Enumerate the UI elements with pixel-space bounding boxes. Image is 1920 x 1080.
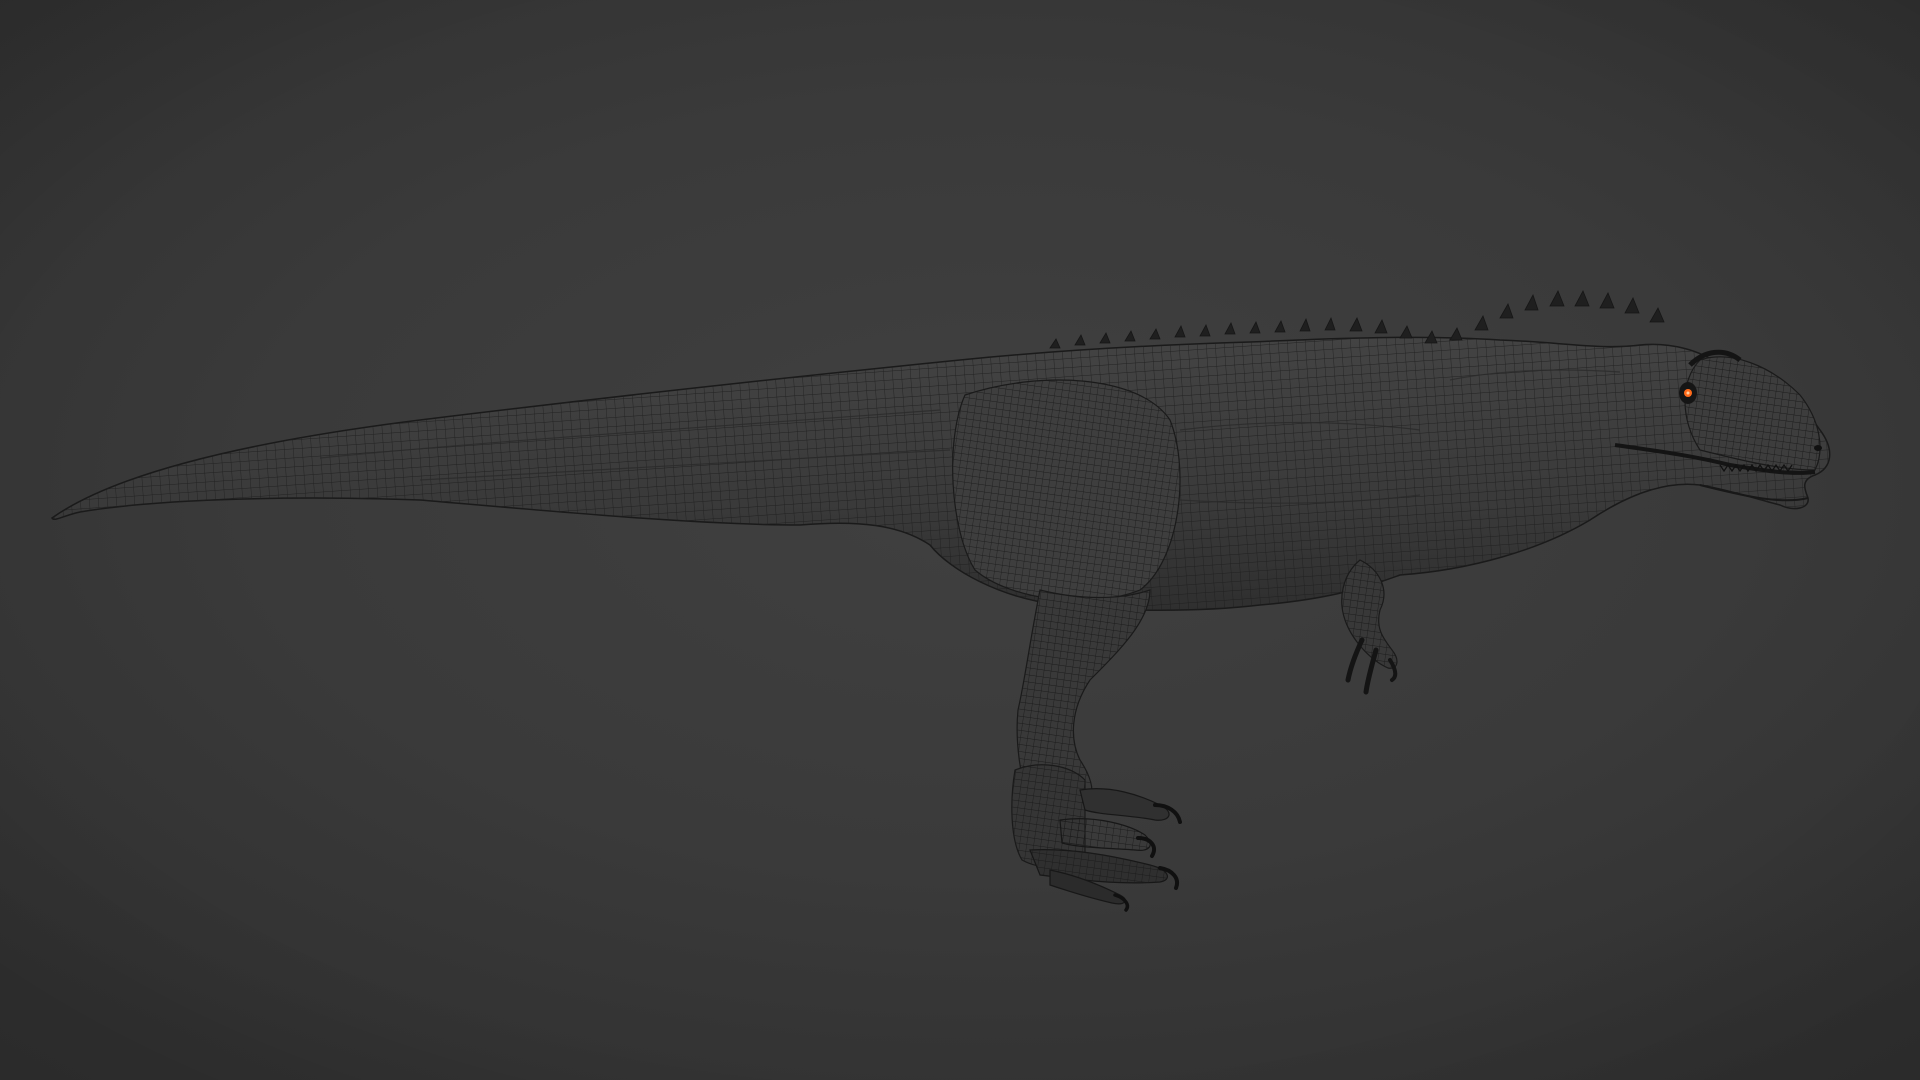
dinosaur-wireframe-model[interactable] <box>0 0 1920 1080</box>
eye-icon <box>1679 382 1697 404</box>
dinosaur-body <box>51 336 1831 611</box>
3d-viewport[interactable] <box>0 0 1920 1080</box>
thigh-muscle <box>952 379 1181 602</box>
